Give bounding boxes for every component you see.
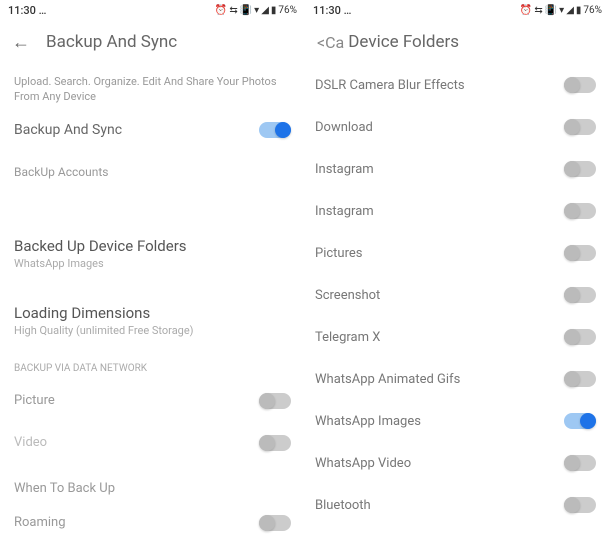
folder-label: WhatsApp Images	[315, 414, 421, 429]
folder-label: Instagram	[315, 204, 374, 219]
folder-row[interactable]: WhatsApp Video	[305, 442, 610, 484]
battery-icon: ▮	[576, 5, 582, 16]
folder-row[interactable]: Pictures	[305, 232, 610, 274]
folder-label: WhatsApp Video	[315, 456, 411, 471]
folder-row[interactable]: Screenshot	[305, 274, 610, 316]
folder-toggle[interactable]	[564, 119, 596, 135]
backed-folders-subtitle: WhatsApp Images	[0, 257, 305, 280]
header-right: <Ca Device Folders	[305, 20, 610, 64]
link-icon: ⇆	[534, 5, 542, 16]
folder-toggle[interactable]	[564, 161, 596, 177]
folder-label: Screenshot	[315, 288, 380, 303]
row-video[interactable]: Video	[0, 422, 305, 464]
folder-row[interactable]: Telegram X	[305, 316, 610, 358]
backup-sync-toggle[interactable]	[259, 122, 291, 138]
video-label: Video	[14, 435, 47, 450]
folder-toggle[interactable]	[564, 287, 596, 303]
folder-row[interactable]: WhatsApp Animated Gifs	[305, 358, 610, 400]
folder-row[interactable]: DSLR Camera Blur Effects	[305, 64, 610, 106]
chevron-left-icon: <	[317, 33, 325, 52]
folder-label: WhatsApp Animated Gifs	[315, 372, 460, 387]
folder-toggle[interactable]	[564, 77, 596, 93]
status-icons-right: ⏰ ⇆ 📳 ▾ ◢ ▮ 76%	[520, 5, 602, 16]
status-bar-right: 11:30 … ⏰ ⇆ 📳 ▾ ◢ ▮ 76%	[305, 0, 610, 20]
alarm-icon: ⏰	[520, 5, 532, 16]
header-left: ← Backup And Sync	[0, 20, 305, 64]
folder-toggle[interactable]	[564, 455, 596, 471]
folder-row[interactable]: Download	[305, 106, 610, 148]
row-picture[interactable]: Picture	[0, 380, 305, 422]
folder-label: Telegram X	[315, 330, 380, 345]
row-backup-accounts[interactable]: BackUp Accounts	[0, 151, 305, 193]
vibrate-icon: 📳	[240, 5, 252, 16]
video-toggle[interactable]	[259, 435, 291, 451]
backup-accounts-label: BackUp Accounts	[14, 165, 108, 179]
when-label: When To Back Up	[14, 481, 115, 496]
signal-icon: ◢	[261, 5, 269, 16]
status-icons-left: ⏰ ⇆ 📳 ▾ ◢ ▮ 76%	[215, 5, 297, 16]
status-time: 11:30 …	[8, 4, 46, 17]
roaming-label: Roaming	[14, 515, 66, 530]
network-caption: BACKUP VIA DATA NETWORK	[0, 347, 305, 380]
folder-toggle[interactable]	[564, 329, 596, 345]
folder-row[interactable]: WhatsApp Images	[305, 400, 610, 442]
back-button-right[interactable]: <Ca	[317, 33, 344, 52]
content-left: Upload. Search. Organize. Edit And Share…	[0, 64, 305, 539]
signal-icon: ◢	[566, 5, 574, 16]
page-title-left: Backup And Sync	[46, 32, 177, 52]
battery-icon: ▮	[271, 5, 277, 16]
back-button[interactable]: ←	[12, 32, 30, 53]
folder-toggle[interactable]	[564, 413, 596, 429]
folder-toggle[interactable]	[564, 245, 596, 261]
content-right: DSLR Camera Blur Effects Download Instagra…	[305, 64, 610, 539]
link-icon: ⇆	[229, 5, 237, 16]
status-time-right: 11:30 …	[313, 4, 351, 17]
backed-folders-title[interactable]: Backed Up Device Folders	[0, 223, 305, 257]
folder-row[interactable]: Instagram	[305, 148, 610, 190]
folder-toggle[interactable]	[564, 497, 596, 513]
folder-toggle[interactable]	[564, 203, 596, 219]
wifi-icon: ▾	[254, 5, 259, 16]
page-title-right: Device Folders	[348, 32, 459, 52]
roaming-toggle[interactable]	[259, 515, 291, 531]
back-prefix: Ca	[325, 33, 344, 52]
folder-label: Download	[315, 120, 373, 135]
loading-dim-title[interactable]: Loading Dimensions	[0, 290, 305, 324]
status-bar-left: 11:30 … ⏰ ⇆ 📳 ▾ ◢ ▮ 76%	[0, 0, 305, 20]
folder-toggle[interactable]	[564, 371, 596, 387]
screen-backup-sync: 11:30 … ⏰ ⇆ 📳 ▾ ◢ ▮ 76% ← Backup And Syn…	[0, 0, 305, 539]
row-roaming[interactable]: Roaming	[0, 506, 305, 539]
loading-dim-subtitle: High Quality (unlimited Free Storage)	[0, 324, 305, 347]
vibrate-icon: 📳	[545, 5, 557, 16]
folder-row[interactable]: Instagram	[305, 190, 610, 232]
row-backup-sync[interactable]: Backup And Sync	[0, 109, 305, 151]
picture-toggle[interactable]	[259, 393, 291, 409]
folder-label: DSLR Camera Blur Effects	[315, 78, 465, 93]
folder-label: Instagram	[315, 162, 374, 177]
folder-label: Pictures	[315, 246, 362, 261]
alarm-icon: ⏰	[215, 5, 227, 16]
backup-sync-label: Backup And Sync	[14, 122, 122, 138]
row-when[interactable]: When To Back Up	[0, 464, 305, 506]
screen-device-folders: 11:30 … ⏰ ⇆ 📳 ▾ ◢ ▮ 76% <Ca Device Folde…	[305, 0, 610, 539]
backup-description: Upload. Search. Organize. Edit And Share…	[0, 64, 305, 109]
battery-text: 76%	[278, 5, 297, 16]
wifi-icon: ▾	[559, 5, 564, 16]
folder-label: Bluetooth	[315, 498, 371, 513]
picture-label: Picture	[14, 393, 55, 408]
folder-row[interactable]: Bluetooth	[305, 484, 610, 526]
battery-text-right: 76%	[583, 5, 602, 16]
